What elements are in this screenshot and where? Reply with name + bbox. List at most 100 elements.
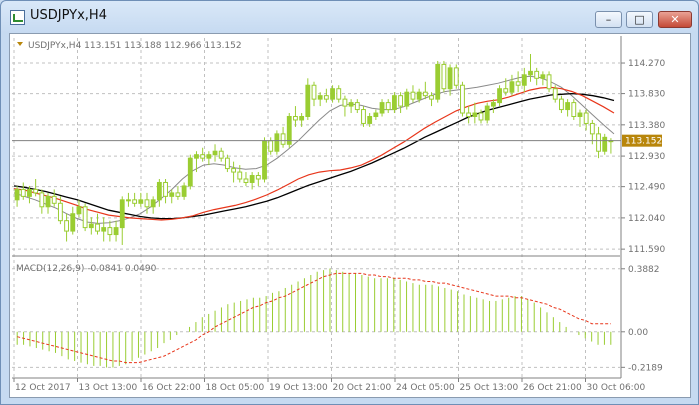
candle-bearish[interactable] bbox=[231, 168, 237, 173]
candle-bearish[interactable] bbox=[218, 150, 224, 159]
candle-bullish[interactable] bbox=[212, 150, 218, 156]
candle-bullish[interactable] bbox=[181, 185, 187, 197]
candle-bearish[interactable] bbox=[515, 81, 521, 86]
candle-bearish[interactable] bbox=[132, 199, 138, 204]
candle-bearish[interactable] bbox=[280, 133, 286, 145]
candle-bearish[interactable] bbox=[503, 88, 509, 93]
candle-bullish[interactable] bbox=[299, 116, 305, 121]
candle-bearish[interactable] bbox=[453, 67, 459, 86]
candle-bullish[interactable] bbox=[565, 102, 571, 111]
candle-bearish[interactable] bbox=[546, 74, 552, 90]
candle-bullish[interactable] bbox=[509, 81, 515, 93]
candle-bullish[interactable] bbox=[70, 213, 76, 232]
title-bar[interactable]: USDJPYx,H4 – □ ✕ bbox=[1, 1, 698, 31]
price-chart[interactable]: 114.270 113.830 113.380 112.930 112.490 112.0… bbox=[10, 34, 690, 397]
candle-bullish[interactable] bbox=[435, 63, 441, 100]
close-button[interactable]: ✕ bbox=[658, 11, 692, 28]
candle-bearish[interactable] bbox=[460, 84, 465, 114]
candle-bullish[interactable] bbox=[577, 112, 583, 118]
candle-bearish[interactable] bbox=[534, 70, 540, 79]
candle-bearish[interactable] bbox=[429, 95, 434, 100]
candle-bearish[interactable] bbox=[144, 199, 150, 208]
candle-bearish[interactable] bbox=[361, 109, 366, 124]
candle-bearish[interactable] bbox=[311, 84, 317, 100]
candle-bullish[interactable] bbox=[416, 91, 422, 100]
candle-bullish[interactable] bbox=[262, 140, 267, 180]
candle-bullish[interactable] bbox=[14, 188, 20, 201]
candle-bearish[interactable] bbox=[589, 122, 595, 135]
candle-bearish[interactable] bbox=[57, 202, 63, 222]
candle-bearish[interactable] bbox=[559, 98, 564, 111]
candle-bullish[interactable] bbox=[138, 199, 144, 204]
candle-bearish[interactable] bbox=[20, 188, 26, 197]
candle-bearish[interactable] bbox=[243, 178, 249, 183]
candle-bullish[interactable] bbox=[472, 112, 478, 118]
candle-bearish[interactable] bbox=[571, 102, 577, 118]
candle-bullish[interactable] bbox=[156, 181, 162, 201]
candle-bullish[interactable] bbox=[150, 199, 156, 208]
candle-bearish[interactable] bbox=[323, 95, 329, 100]
candle-bearish[interactable] bbox=[552, 88, 558, 100]
candle-bullish[interactable] bbox=[169, 192, 175, 197]
candle-bullish[interactable] bbox=[521, 74, 527, 86]
candle-bullish[interactable] bbox=[391, 95, 397, 111]
maximize-button[interactable]: □ bbox=[626, 11, 653, 28]
candle-bullish[interactable] bbox=[113, 227, 119, 236]
candle-bullish[interactable] bbox=[45, 195, 51, 208]
candle-bullish[interactable] bbox=[286, 116, 292, 145]
candle-bullish[interactable] bbox=[404, 91, 410, 107]
candle-bearish[interactable] bbox=[95, 223, 100, 232]
candle-bullish[interactable] bbox=[101, 227, 107, 232]
candle-bearish[interactable] bbox=[583, 112, 589, 124]
chart-area[interactable]: 114.270 113.830 113.380 112.930 112.490 112.0… bbox=[9, 33, 691, 398]
candle-bearish[interactable] bbox=[466, 112, 472, 118]
candle-bearish[interactable] bbox=[354, 102, 360, 111]
candle-bullish[interactable] bbox=[348, 102, 354, 107]
candle-bearish[interactable] bbox=[478, 112, 484, 121]
candle-bullish[interactable] bbox=[126, 199, 131, 202]
candle-bearish[interactable] bbox=[237, 171, 243, 180]
candle-bearish[interactable] bbox=[82, 206, 88, 229]
candle-bullish[interactable] bbox=[194, 154, 199, 159]
candle-bearish[interactable] bbox=[64, 220, 69, 232]
candle-bullish[interactable] bbox=[305, 84, 311, 117]
candle-bullish[interactable] bbox=[447, 67, 453, 90]
candle-bullish[interactable] bbox=[249, 175, 255, 183]
candle-bearish[interactable] bbox=[175, 192, 181, 197]
candle-bearish[interactable] bbox=[163, 181, 168, 197]
candle-bearish[interactable] bbox=[224, 157, 230, 170]
candle-bearish[interactable] bbox=[107, 227, 113, 236]
candle-bearish[interactable] bbox=[200, 154, 206, 159]
candle-bearish[interactable] bbox=[255, 175, 261, 180]
symbol-dropdown-icon[interactable] bbox=[17, 42, 23, 46]
candle-bullish[interactable] bbox=[76, 206, 82, 215]
chart-window-icon[interactable] bbox=[10, 10, 25, 25]
candle-bullish[interactable] bbox=[490, 102, 496, 107]
candle-bearish[interactable] bbox=[398, 95, 404, 107]
candle-bearish[interactable] bbox=[385, 102, 391, 111]
candle-bullish[interactable] bbox=[187, 157, 193, 187]
candle-bullish[interactable] bbox=[206, 154, 212, 159]
candle-bullish[interactable] bbox=[88, 223, 94, 229]
candle-bearish[interactable] bbox=[293, 116, 298, 121]
candle-bearish[interactable] bbox=[33, 188, 39, 194]
candle-bullish[interactable] bbox=[602, 136, 608, 152]
candle-bullish[interactable] bbox=[484, 105, 490, 121]
candle-bearish[interactable] bbox=[51, 195, 57, 204]
candle-bullish[interactable] bbox=[379, 102, 385, 114]
candle-bullish[interactable] bbox=[119, 199, 125, 229]
candle-bullish[interactable] bbox=[540, 74, 546, 79]
candle-bearish[interactable] bbox=[441, 63, 447, 90]
candle-bearish[interactable] bbox=[268, 140, 274, 152]
candle-bullish[interactable] bbox=[373, 112, 379, 118]
candle-bullish[interactable] bbox=[497, 88, 502, 104]
candle-bearish[interactable] bbox=[39, 192, 45, 208]
candle-bullish[interactable] bbox=[274, 133, 280, 152]
minimize-button[interactable]: – bbox=[595, 11, 622, 28]
candle-bearish[interactable] bbox=[596, 133, 601, 152]
candle-bearish[interactable] bbox=[336, 88, 342, 100]
candle-bullish[interactable] bbox=[27, 188, 32, 197]
candle-bullish[interactable] bbox=[330, 88, 335, 100]
candle-bullish[interactable] bbox=[528, 70, 533, 76]
candle-bullish[interactable] bbox=[317, 95, 323, 100]
